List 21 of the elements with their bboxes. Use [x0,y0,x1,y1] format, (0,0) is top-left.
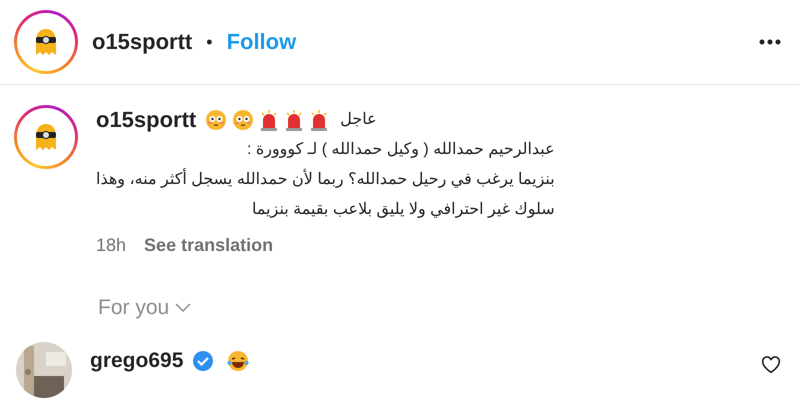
separator: • [206,32,213,52]
username[interactable]: o15sportt [92,29,192,55]
siren-icon [259,109,280,131]
caption-title: عاجل [340,110,377,130]
caption-text: عبدالرحيم حمدالله ( وكيل حمدالله ) لـ كووورة : [246,140,555,160]
comment-username[interactable]: grego695 [90,349,184,373]
chevron-down-icon [175,303,192,313]
ghost-logo-icon [33,27,59,57]
siren-icon [309,109,330,131]
see-translation-link[interactable]: See translation [144,235,274,256]
username[interactable]: o15sportt [96,107,196,133]
flushed-face-icon [205,109,228,131]
ghost-logo-icon [33,122,59,152]
post-time: 18h [96,235,126,256]
like-heart-icon[interactable] [761,356,781,374]
laughing-face-icon [227,350,250,372]
siren-icon [284,109,304,131]
caption-text: بنزيما يرغب في رحيل حمدالله؟ ربما لأن حمدالله يسجل أكثر منه، وهذا [96,165,555,195]
more-options-icon[interactable] [759,39,781,45]
caption-text: سلوك غير احترافي ولا يليق بلاعب بقيمة بنزيما [251,200,555,220]
flushed-face-icon [232,109,254,131]
